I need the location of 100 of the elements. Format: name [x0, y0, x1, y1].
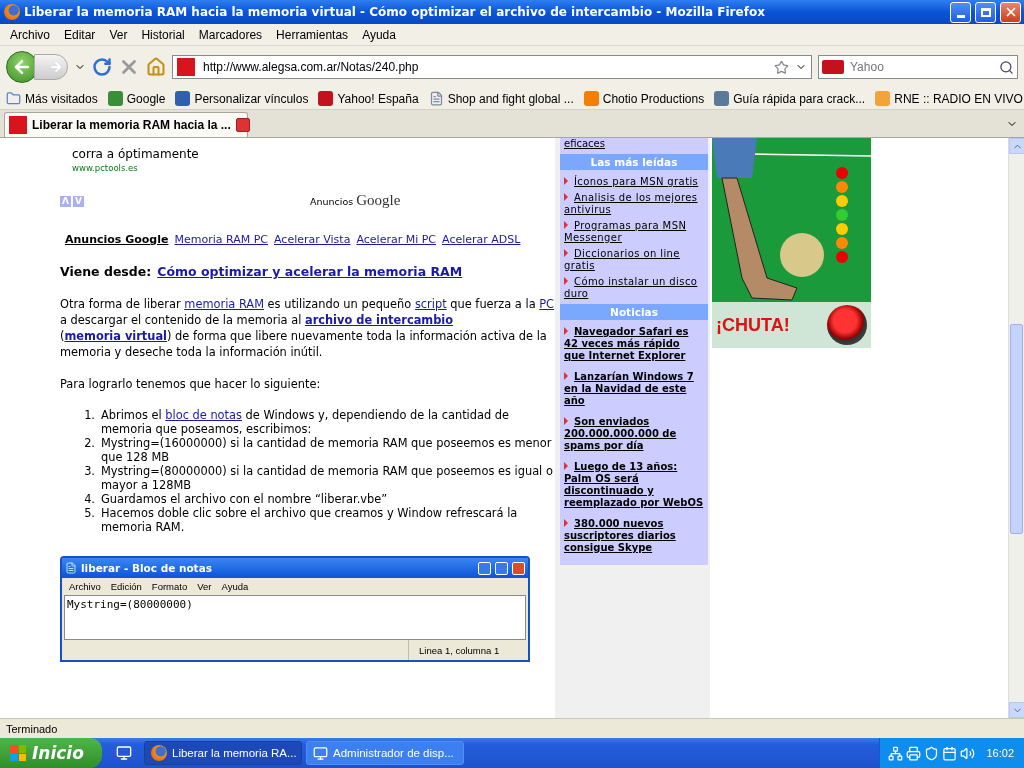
computer-icon: [313, 745, 328, 761]
ad-url[interactable]: www.pctools.es: [60, 162, 555, 174]
menu-item[interactable]: Herramientas: [269, 27, 356, 42]
menu-item[interactable]: Marcadores: [191, 27, 270, 42]
menu-item[interactable]: Historial: [134, 27, 192, 42]
desktop-icon: [116, 745, 132, 761]
menu-item[interactable]: Ayuda: [355, 27, 403, 42]
ad-link[interactable]: Acelerar Vista: [274, 232, 351, 248]
text-link[interactable]: archivo de intercambio: [304, 313, 454, 327]
ad-link[interactable]: Acelerar ADSL: [442, 232, 521, 248]
ad-link[interactable]: Memoria RAM PC: [174, 232, 269, 248]
home-icon[interactable]: [146, 57, 166, 77]
sidebar-link[interactable]: Diccionarios on line gratis: [560, 246, 708, 274]
close-tab-icon[interactable]: [235, 118, 250, 132]
bookmark-item[interactable]: Personalizar vínculos: [173, 91, 311, 106]
menu-item[interactable]: Ver: [102, 27, 135, 42]
close-button[interactable]: [512, 561, 525, 575]
step-number: 4.: [83, 492, 95, 506]
sidebar-link[interactable]: eficaces: [560, 138, 708, 150]
text-link[interactable]: memoria virtual: [64, 329, 167, 343]
site-icon: [177, 58, 195, 76]
sidebar-link[interactable]: Luego de 13 años: Palm OS será discontinuado y reemplazado por WebOS: [560, 459, 708, 511]
step-text: Hacemos doble clic sobre el archivo que creamos y Window refrescará la memoria RAM.: [101, 506, 519, 534]
taskbar-button[interactable]: Administrador de disp...: [306, 741, 464, 765]
reload-icon[interactable]: [92, 57, 112, 77]
source-label: Viene desde:: [60, 264, 152, 280]
bookmark-star-icon[interactable]: [774, 59, 789, 75]
network-icon[interactable]: [888, 745, 904, 761]
sidebar-heading: Noticias: [560, 304, 708, 320]
quick-launch-button[interactable]: [116, 745, 132, 761]
banner-text: ¡CHUTA!: [716, 314, 790, 336]
close-button[interactable]: [1000, 1, 1021, 23]
step-text: Guardamos el archivo con el nombre “liberar.vbe”: [101, 492, 388, 506]
source-link[interactable]: Cómo optimizar y acelerar la memoria RAM: [157, 264, 463, 280]
site-icon: [9, 116, 27, 134]
minimize-button[interactable]: [478, 561, 491, 575]
site-icon: [583, 91, 599, 106]
browser-tab[interactable]: Liberar la memoria RAM hacia la ...: [4, 112, 248, 137]
sidebar-link[interactable]: Íconos para MSN gratis: [560, 174, 708, 190]
bookmark-item[interactable]: Shop and fight global ...: [426, 91, 576, 106]
sidebar-heading: Las más leídas: [560, 154, 708, 170]
clock: 16:02: [986, 747, 1014, 759]
status-text: Terminado: [6, 722, 58, 735]
sidebar-link[interactable]: Programas para MSN Messenger: [560, 218, 708, 246]
browser-icon: [4, 4, 20, 20]
menu-item[interactable]: Formato: [146, 581, 193, 592]
site-icon: [175, 91, 191, 106]
step-text: Mystring=(16000000) si la cantidad de memoria RAM que poseemos es menor que 128 MB: [101, 436, 553, 464]
restore-button[interactable]: [975, 1, 996, 23]
menu-item[interactable]: Editar: [57, 27, 103, 42]
windows-logo-icon: [10, 745, 26, 761]
bookmark-item[interactable]: RNE :: RADIO EN VIVO: [873, 91, 1024, 106]
text-link[interactable]: memoria RAM: [184, 297, 264, 311]
step-number: 2.: [83, 436, 95, 452]
menu-item[interactable]: Archivo: [3, 27, 57, 42]
menu-item[interactable]: Ayuda: [216, 581, 254, 592]
address-field[interactable]: http://www.alegsa.com.ar/Notas/240.php: [172, 55, 812, 79]
text-link[interactable]: script: [414, 297, 447, 311]
sidebar-link[interactable]: Analisis de los mejores antivirus: [560, 190, 708, 218]
notepad-title: liberar - Bloc de notas: [81, 562, 213, 574]
notepad-icon: [65, 562, 77, 574]
bookmark-item[interactable]: Más visitados: [4, 91, 100, 106]
volume-icon[interactable]: [960, 745, 976, 761]
step-text: Abrimos el bloc de notas de Windows y, dependiendo de la cantidad de memoria que poseamos, escribimos:: [101, 408, 511, 436]
text-link[interactable]: PC: [539, 297, 555, 311]
notepad-status: Linea 1, columna 1: [408, 640, 528, 660]
notepad-text[interactable]: Mystring=(80000000): [64, 595, 526, 640]
window-title: Liberar la memoria RAM hacia la memoria virtual - Cómo optimizar el archivo de intercambio - Mozilla Firefox: [24, 5, 766, 19]
maximize-button[interactable]: [495, 561, 508, 575]
site-icon: [875, 91, 891, 106]
search-icon[interactable]: [999, 59, 1014, 75]
ad-text: corra a óptimamente: [71, 146, 200, 162]
site-icon: [107, 91, 123, 106]
bookmark-item[interactable]: Google: [105, 91, 168, 106]
bookmark-item[interactable]: Chotio Productions: [581, 91, 707, 106]
sidebar-link[interactable]: Son enviados 200.000.000.000 de spams por día: [560, 414, 708, 454]
scrollbar-thumb[interactable]: [1010, 324, 1023, 534]
ad-link[interactable]: Acelerar Mi PC: [356, 232, 437, 248]
menu-item[interactable]: Ver: [192, 581, 217, 592]
menu-item[interactable]: Archivo: [64, 581, 106, 592]
sidebar-link[interactable]: 380.000 nuevos suscriptores diarios consigue Skype: [560, 516, 708, 556]
shield-icon[interactable]: [924, 745, 940, 761]
push-button-icon: [827, 305, 867, 345]
forward-button[interactable]: [34, 54, 68, 80]
sidebar-link[interactable]: Cómo instalar un disco duro: [560, 274, 708, 302]
search-field[interactable]: Yahoo: [818, 55, 1018, 79]
taskbar-button[interactable]: Liberar la memoria RA...: [144, 741, 302, 765]
step-number: 5.: [83, 506, 95, 522]
sidebar-link[interactable]: Navegador Safari es 42 veces más rápido que Internet Explorer: [560, 324, 708, 364]
bookmark-item[interactable]: Guía rápida para crack...: [712, 91, 868, 106]
banner-ad[interactable]: ¡CHUTA!: [712, 138, 871, 348]
page-icon: [428, 91, 444, 106]
printer-icon[interactable]: [906, 745, 922, 761]
calendar-icon[interactable]: [942, 745, 958, 761]
minimize-button[interactable]: [950, 1, 971, 23]
step-number: 3.: [83, 464, 95, 480]
menu-item[interactable]: Edición: [105, 581, 147, 592]
bookmark-item[interactable]: Yahoo! España: [316, 91, 421, 106]
sidebar-link[interactable]: Lanzarían Windows 7 en la Navidad de este año: [560, 369, 708, 409]
text-link[interactable]: bloc de notas: [165, 408, 242, 422]
